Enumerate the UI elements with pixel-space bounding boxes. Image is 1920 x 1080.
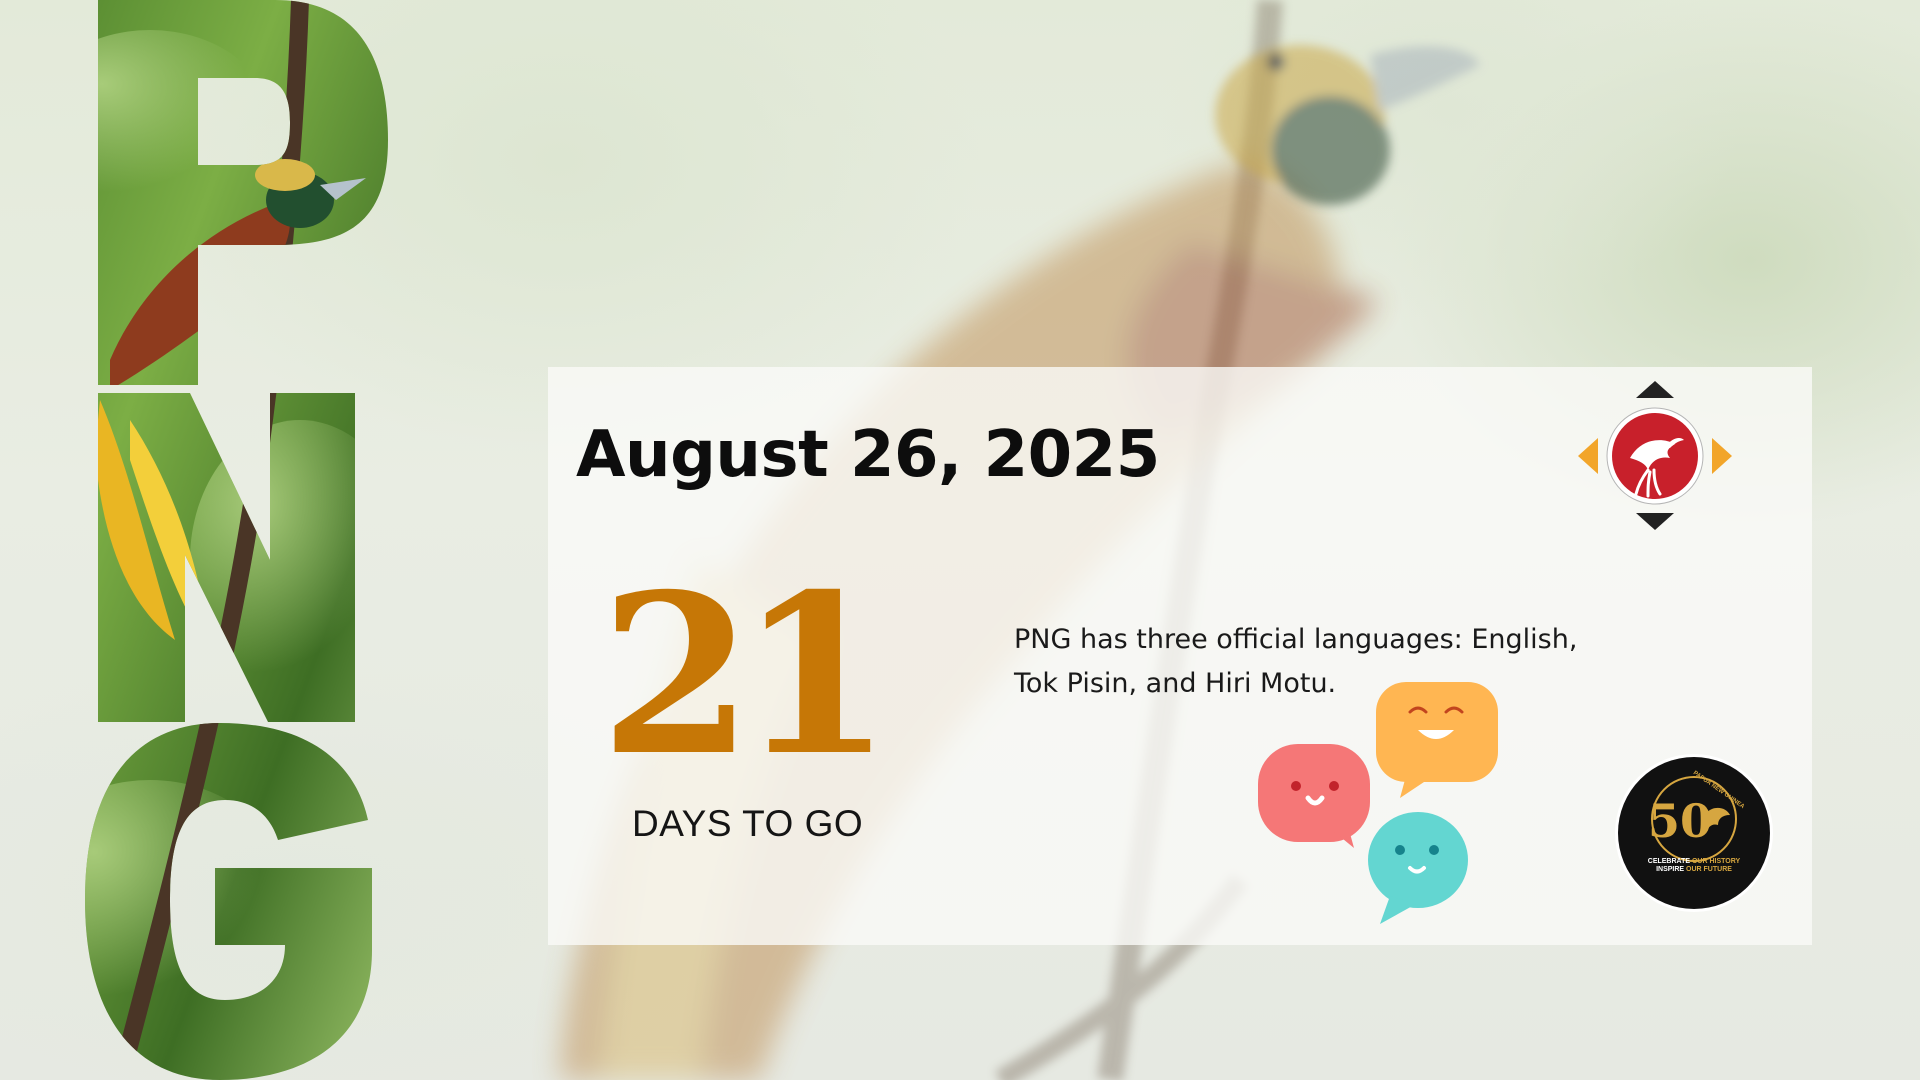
chat-bubble-teal — [1368, 812, 1468, 924]
badge-tagline-2b: OUR FUTURE — [1686, 866, 1732, 873]
fun-fact-line-1: PNG has three official languages: Englis… — [1014, 624, 1578, 655]
png-letters-graphic: PNG — [0, 0, 388, 1080]
arrow-left-icon[interactable] — [1578, 438, 1598, 474]
arrow-down-icon[interactable] — [1636, 513, 1674, 530]
chat-bubble-red — [1258, 744, 1370, 848]
badge-tagline-2: INSPIRE OUR FUTURE — [1634, 866, 1754, 874]
badge-tagline-1a: CELEBRATE — [1647, 858, 1691, 865]
countdown-number: 21 — [599, 545, 892, 804]
badge-tagline-1b: OUR HISTORY — [1691, 858, 1741, 865]
countdown-label: DAYS TO GO — [632, 803, 864, 844]
event-date: August 26, 2025 — [576, 418, 1160, 492]
bird-of-paradise-emblem-icon — [1606, 407, 1704, 505]
chat-bubbles-icon — [1258, 682, 1498, 924]
anniversary-badge: 50 PAPUA NEW GUINEA — [1615, 754, 1773, 912]
arrow-up-icon[interactable] — [1636, 381, 1674, 398]
badge-number: 50 — [1648, 794, 1712, 848]
badge-tagline-1: CELEBRATE OUR HISTORY — [1634, 858, 1754, 866]
arrow-right-icon[interactable] — [1712, 438, 1732, 474]
badge-tagline: CELEBRATE OUR HISTORY INSPIRE OUR FUTURE — [1634, 858, 1754, 874]
navigation-arrows-icon[interactable] — [1570, 378, 1740, 533]
chat-bubble-orange — [1376, 682, 1498, 798]
letters-text: PNG — [0, 0, 2, 1]
badge-tagline-2a: INSPIRE — [1656, 866, 1685, 873]
